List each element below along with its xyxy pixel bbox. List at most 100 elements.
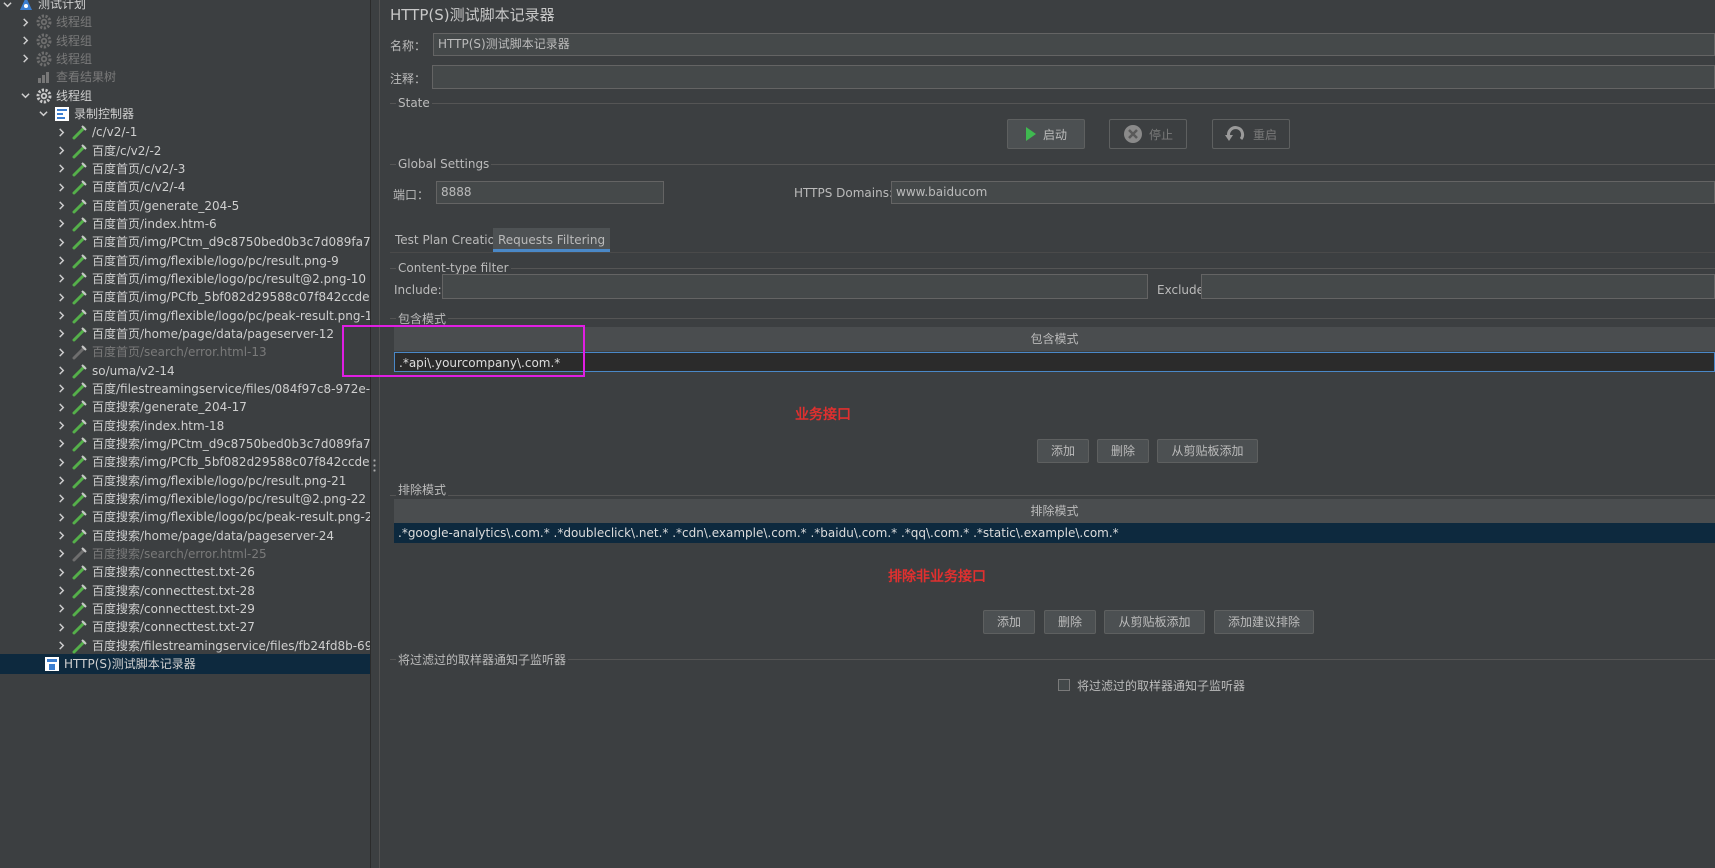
tree-item[interactable]: 线程组 <box>0 12 370 32</box>
port-field[interactable]: 8888 <box>436 181 664 204</box>
chevron-right-icon[interactable] <box>54 214 68 234</box>
exclude-pattern-cell[interactable]: .*google-analytics\.com.* .*doubleclick\… <box>394 523 1715 543</box>
include-delete-button[interactable]: 删除 <box>1097 439 1149 463</box>
tree-item[interactable]: 百度搜索/home/page/data/pageserver-24 <box>0 526 370 546</box>
port-label: 端口： <box>393 188 430 202</box>
chevron-down-icon[interactable] <box>36 104 50 124</box>
tab-requests-filtering[interactable]: Requests Filtering <box>493 228 611 252</box>
chevron-right-icon[interactable] <box>54 342 68 362</box>
stop-button[interactable]: 停止 <box>1109 119 1187 149</box>
tree-item[interactable]: 线程组 <box>0 49 370 69</box>
exclude-delete-button[interactable]: 删除 <box>1044 610 1096 634</box>
tree-item[interactable]: 百度/c/v2/-2 <box>0 141 370 161</box>
tree-item[interactable]: /c/v2/-1 <box>0 122 370 142</box>
tree-item[interactable]: 百度搜索/connecttest.txt-28 <box>0 581 370 601</box>
tree-item[interactable]: 查看结果树 <box>0 67 370 87</box>
chevron-right-icon[interactable] <box>54 232 68 252</box>
tab-test-plan-creation[interactable]: Test Plan Creation <box>390 228 508 252</box>
chevron-right-icon[interactable] <box>54 324 68 344</box>
tree-item[interactable]: 百度首页/img/PCfb_5bf082d29588c07f842ccde3f9… <box>0 287 370 307</box>
tree-item[interactable]: 百度首页/c/v2/-3 <box>0 159 370 179</box>
chevron-right-icon[interactable] <box>54 141 68 161</box>
tree-item[interactable]: 百度首页/search/error.html-13 <box>0 342 370 362</box>
exclude-add-button[interactable]: 添加 <box>983 610 1035 634</box>
tree-item[interactable]: 百度搜索/generate_204-17 <box>0 397 370 417</box>
pane-splitter[interactable] <box>370 0 380 868</box>
tree-item[interactable]: 百度搜索/img/flexible/logo/pc/result@2.png-2… <box>0 489 370 509</box>
tree-item[interactable]: 百度首页/img/PCtm_d9c8750bed0b3c7d089fa7d55 <box>0 232 370 252</box>
exclude-suggest-button[interactable]: 添加建议排除 <box>1214 610 1314 634</box>
tree-item[interactable]: 百度/filestreamingservice/files/084f97c8-9… <box>0 379 370 399</box>
chevron-right-icon[interactable] <box>18 12 32 32</box>
restart-button[interactable]: 重启 <box>1212 119 1290 149</box>
https-domains-field[interactable]: www.baiducom <box>891 181 1715 204</box>
chevron-right-icon[interactable] <box>54 122 68 142</box>
chevron-right-icon[interactable] <box>54 636 68 656</box>
tree-item[interactable]: 百度首页/img/flexible/logo/pc/peak-result.pn… <box>0 306 370 326</box>
notify-checkbox[interactable] <box>1058 679 1070 691</box>
tree-item[interactable]: 百度搜索/img/PCtm_d9c8750bed0b3c7d089fa7d55 <box>0 434 370 454</box>
chevron-right-icon[interactable] <box>54 617 68 637</box>
chevron-right-icon[interactable] <box>54 599 68 619</box>
include-pattern-cell[interactable]: .*api\.yourcompany\.com.* <box>394 352 1715 372</box>
include-annotation: 业务接口 <box>795 407 851 423</box>
chevron-right-icon[interactable] <box>54 526 68 546</box>
chevron-right-icon[interactable] <box>54 581 68 601</box>
chevron-right-icon[interactable] <box>54 306 68 326</box>
tree-item[interactable]: so/uma/v2-14 <box>0 361 370 381</box>
tree-item[interactable]: 百度搜索/img/flexible/logo/pc/result.png-21 <box>0 471 370 491</box>
chevron-right-icon[interactable] <box>54 269 68 289</box>
tree-item[interactable]: 百度搜索/img/PCfb_5bf082d29588c07f842ccde3f9… <box>0 452 370 472</box>
tree-item[interactable]: 录制控制器 <box>0 104 370 124</box>
tree-item-selected[interactable]: HTTP(S)测试脚本记录器 <box>0 653 370 674</box>
chevron-right-icon[interactable] <box>54 251 68 271</box>
chevron-right-icon[interactable] <box>18 31 32 51</box>
chevron-right-icon[interactable] <box>54 361 68 381</box>
chevron-down-icon[interactable] <box>18 86 32 106</box>
chevron-right-icon[interactable] <box>54 489 68 509</box>
chevron-right-icon[interactable] <box>54 159 68 179</box>
chevron-right-icon[interactable] <box>54 452 68 472</box>
tree-item[interactable]: 线程组 <box>0 31 370 51</box>
include-paste-button[interactable]: 从剪贴板添加 <box>1157 439 1258 463</box>
chevron-right-icon[interactable] <box>54 416 68 436</box>
chevron-right-icon[interactable] <box>54 177 68 197</box>
gear-icon <box>36 51 52 67</box>
tree-item[interactable]: 百度搜索/filestreamingservice/files/fb24fd8b… <box>0 636 370 656</box>
exclude-paste-button[interactable]: 从剪贴板添加 <box>1104 610 1205 634</box>
tree-item[interactable]: 百度搜索/index.htm-18 <box>0 416 370 436</box>
name-field[interactable]: HTTP(S)测试脚本记录器 <box>433 33 1715 56</box>
chevron-right-icon[interactable] <box>54 196 68 216</box>
tree-item[interactable]: 百度搜索/img/flexible/logo/pc/peak-result.pn… <box>0 507 370 527</box>
tree-item[interactable]: 百度首页/img/flexible/logo/pc/result@2.png-1… <box>0 269 370 289</box>
exclude-field[interactable] <box>1201 274 1715 299</box>
start-button[interactable]: 启动 <box>1007 119 1085 149</box>
tree-item[interactable]: 百度搜索/connecttest.txt-27 <box>0 617 370 637</box>
start-button-label: 启动 <box>1042 127 1067 142</box>
global-section-title: Global Settings <box>396 157 492 171</box>
tree-item[interactable]: 百度首页/generate_204-5 <box>0 196 370 216</box>
tree-item[interactable]: 百度首页/c/v2/-4 <box>0 177 370 197</box>
splitter-grip-icon[interactable] <box>373 458 376 474</box>
chevron-right-icon[interactable] <box>54 507 68 527</box>
tree-item[interactable]: 百度搜索/search/error.html-25 <box>0 544 370 564</box>
include-add-button[interactable]: 添加 <box>1037 439 1089 463</box>
comment-field[interactable] <box>432 65 1715 89</box>
chevron-right-icon[interactable] <box>54 562 68 582</box>
tree-item[interactable]: 线程组 <box>0 86 370 106</box>
chevron-right-icon[interactable] <box>54 471 68 491</box>
tree-item[interactable]: 百度搜索/connecttest.txt-29 <box>0 599 370 619</box>
tree-item[interactable]: 百度首页/img/flexible/logo/pc/result.png-9 <box>0 251 370 271</box>
include-field[interactable] <box>442 274 1148 299</box>
chevron-right-icon[interactable] <box>54 544 68 564</box>
chevron-right-icon[interactable] <box>54 397 68 417</box>
chevron-right-icon[interactable] <box>54 287 68 307</box>
chevron-right-icon[interactable] <box>54 434 68 454</box>
tree-item[interactable]: 百度首页/index.htm-6 <box>0 214 370 234</box>
tree-item-label: 百度搜索/filestreamingservice/files/fb24fd8b… <box>92 638 370 653</box>
chevron-right-icon[interactable] <box>18 49 32 69</box>
tree-item[interactable]: 百度搜索/connecttest.txt-26 <box>0 562 370 582</box>
chevron-right-icon[interactable] <box>54 379 68 399</box>
notify-checkbox-label[interactable]: 将过滤过的取样器通知子监听器 <box>1077 677 1245 694</box>
tree-item[interactable]: 百度首页/home/page/data/pageserver-12 <box>0 324 370 344</box>
